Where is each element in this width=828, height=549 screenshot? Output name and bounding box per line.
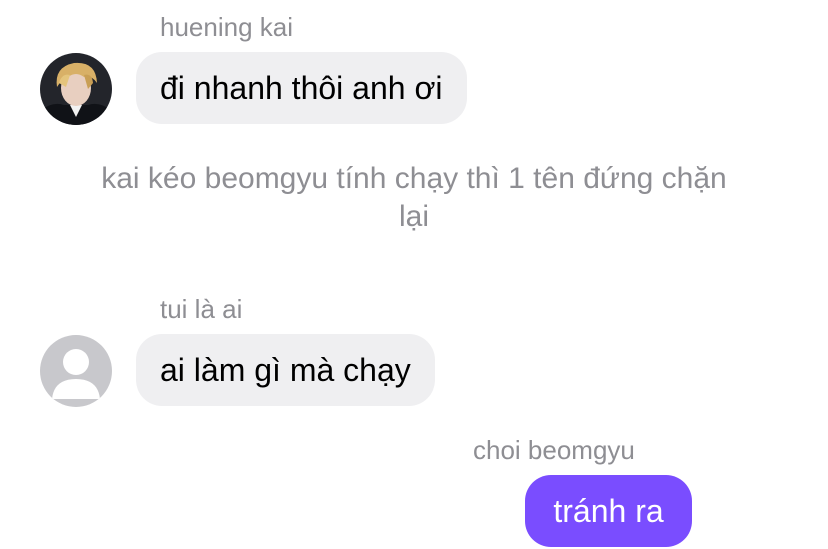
- sender-name-huening-kai: huening kai: [160, 12, 293, 42]
- outgoing-message-bubble[interactable]: tránh ra: [525, 475, 692, 547]
- photo-avatar-icon[interactable]: [40, 53, 112, 125]
- avatar-photo-graphic: [40, 53, 112, 125]
- message-bubble[interactable]: đi nhanh thôi anh ơi: [136, 52, 467, 124]
- sender-name-choi-beomgyu: choi beomgyu: [473, 435, 635, 465]
- message-bubble[interactable]: ai làm gì mà chạy: [136, 334, 435, 406]
- default-user-avatar-icon[interactable]: [40, 335, 112, 407]
- narration-text: kai kéo beomgyu tính chạy thì 1 tên đứng…: [101, 162, 727, 233]
- sender-name-tui-la-ai: tui là ai: [160, 294, 243, 324]
- default-user-graphic: [52, 349, 100, 399]
